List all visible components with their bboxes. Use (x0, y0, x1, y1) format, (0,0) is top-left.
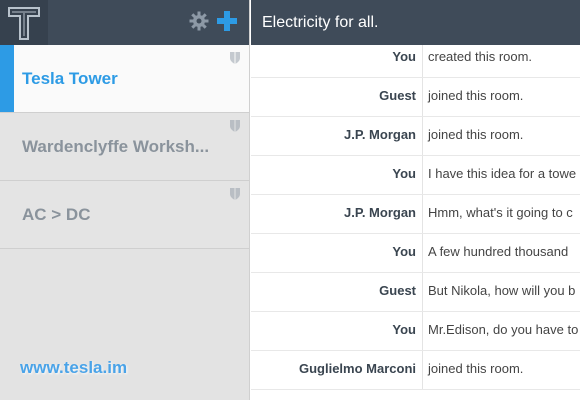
message-text: created this room. (428, 49, 533, 64)
message-text: But Nikola, how will you b (428, 283, 576, 298)
message-author: Guest (251, 78, 423, 116)
message-row: Guest But Nikola, how will you b (251, 273, 580, 312)
room-topic: Electricity for all. (262, 13, 379, 31)
room-label: AC > DC (22, 204, 91, 224)
message-author: Guglielmo Marconi (251, 351, 423, 389)
message-text: joined this room. (428, 361, 524, 376)
message-author: Guest (251, 273, 423, 311)
message-text: Hmm, what's it going to c (428, 205, 573, 220)
message-author: J.P. Morgan (251, 117, 423, 155)
message-row: J.P. Morgan Hmm, what's it going to c (251, 195, 580, 234)
shield-icon (229, 51, 241, 70)
site-link[interactable]: www.tesla.im (20, 358, 127, 378)
gear-icon[interactable] (187, 9, 211, 33)
sidebar: Tesla Tower Wardenclyffe Worksh... AC > … (0, 0, 250, 400)
room-item-tesla-tower[interactable]: Tesla Tower (0, 45, 249, 113)
message-row: You I have this idea for a towe (251, 156, 580, 195)
room-topic-bar: Electricity for all. (251, 0, 580, 45)
shield-icon (229, 119, 241, 138)
message-author: You (251, 45, 423, 77)
sidebar-header (0, 0, 249, 45)
message-list[interactable]: You created this room. Guest joined this… (251, 45, 580, 400)
message-row: You Mr.Edison, do you have to (251, 312, 580, 351)
message-row: You A few hundred thousand (251, 234, 580, 273)
message-row: You created this room. (251, 45, 580, 78)
message-author: J.P. Morgan (251, 195, 423, 233)
plus-icon[interactable] (215, 9, 239, 33)
message-author: You (251, 312, 423, 350)
room-item-wardenclyffe[interactable]: Wardenclyffe Worksh... (0, 113, 249, 181)
message-text: I have this idea for a towe (428, 166, 577, 181)
message-author: You (251, 156, 423, 194)
message-author: You (251, 234, 423, 272)
message-text: Mr.Edison, do you have to (428, 322, 579, 337)
message-row: Guest joined this room. (251, 78, 580, 117)
tesla-t-logo-icon[interactable] (0, 0, 48, 45)
room-item-ac-dc[interactable]: AC > DC (0, 181, 249, 249)
room-label: Tesla Tower (22, 68, 118, 88)
message-text: A few hundred thousand (428, 244, 569, 259)
room-label: Wardenclyffe Worksh... (22, 136, 210, 156)
message-row: Guglielmo Marconi joined this room. (251, 351, 580, 390)
message-text: joined this room. (428, 88, 524, 103)
shield-icon (229, 187, 241, 206)
message-row: J.P. Morgan joined this room. (251, 117, 580, 156)
message-text: joined this room. (428, 127, 524, 142)
